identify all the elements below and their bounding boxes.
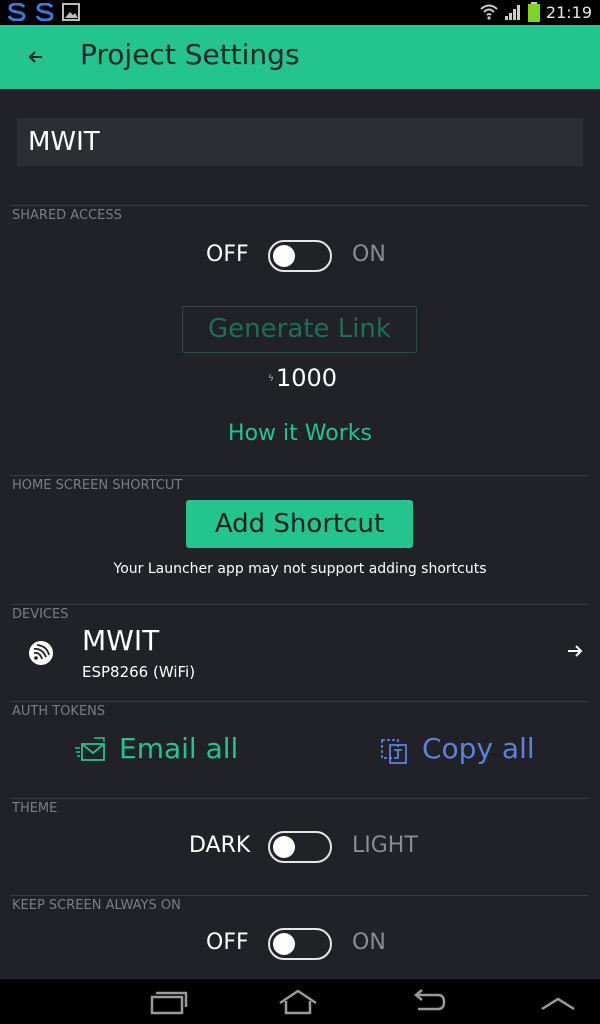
battery-icon <box>527 2 540 22</box>
section-label-keep-screen-on: KEEP SCREEN ALWAYS ON <box>12 898 181 913</box>
clock: 21:19 <box>545 2 592 22</box>
email-icon <box>75 737 105 761</box>
copy-all-label: Copy all <box>422 732 535 765</box>
energy-cost: ϟ 1000 <box>268 364 348 394</box>
espressif-icon <box>29 641 53 665</box>
notification-icons <box>6 3 80 21</box>
device-item[interactable]: MWIT ESP8266 (WiFi) <box>0 622 600 688</box>
device-name: MWIT <box>82 624 160 657</box>
shared-access-switch[interactable] <box>268 240 332 272</box>
s-notification-icon <box>7 3 26 21</box>
wifi-icon <box>480 4 498 20</box>
switch-knob <box>273 933 295 955</box>
recent-apps-icon[interactable] <box>148 987 188 1015</box>
project-name-input[interactable]: MWIT <box>17 118 583 166</box>
status-bar: 21:19 <box>0 0 600 25</box>
divider <box>10 798 588 799</box>
keep-screen-on-toggle-row: OFF ON <box>0 928 600 964</box>
how-it-works-link[interactable]: How it Works <box>0 421 600 446</box>
toggle-on-label: LIGHT <box>352 833 418 858</box>
device-type: ESP8266 (WiFi) <box>82 663 196 681</box>
switch-knob <box>273 836 295 858</box>
toggle-off-label: DARK <box>189 833 251 858</box>
copy-icon <box>381 739 407 764</box>
generate-link-button[interactable]: Generate Link <box>182 306 417 353</box>
email-all-label: Email all <box>119 732 239 765</box>
divider <box>10 475 588 476</box>
back-arrow-icon[interactable] <box>22 45 50 69</box>
toggle-off-label: OFF <box>206 930 249 955</box>
app-bar: Project Settings <box>0 25 600 89</box>
page-title: Project Settings <box>80 38 300 71</box>
switch-knob <box>273 245 295 267</box>
divider <box>10 604 588 605</box>
back-icon[interactable] <box>408 987 448 1015</box>
keep-screen-on-switch[interactable] <box>268 928 332 960</box>
section-label-auth-tokens: AUTH TOKENS <box>12 704 106 719</box>
section-label-shared-access: SHARED ACCESS <box>12 208 122 223</box>
system-nav-bar <box>0 978 600 1024</box>
toggle-off-label: OFF <box>206 242 249 267</box>
divider <box>10 701 588 702</box>
energy-value: 1000 <box>276 364 338 392</box>
toggle-on-label: ON <box>352 930 386 955</box>
theme-toggle-row: DARK LIGHT <box>0 831 600 867</box>
arrow-right-icon <box>568 645 583 657</box>
divider <box>10 205 588 206</box>
section-label-home-shortcut: HOME SCREEN SHORTCUT <box>12 478 183 493</box>
image-icon <box>62 3 80 21</box>
add-shortcut-button[interactable]: Add Shortcut <box>186 500 413 548</box>
theme-switch[interactable] <box>268 831 332 863</box>
home-icon[interactable] <box>278 987 318 1015</box>
toggle-on-label: ON <box>352 242 386 267</box>
energy-icon: ϟ <box>268 374 274 384</box>
section-label-theme: THEME <box>12 801 58 816</box>
signal-icon <box>504 5 520 20</box>
shared-access-toggle-row: OFF ON <box>0 240 600 276</box>
shortcut-hint: Your Launcher app may not support adding… <box>113 561 487 577</box>
menu-up-icon[interactable] <box>538 987 578 1015</box>
system-icons: 21:19 <box>480 2 592 22</box>
s-notification-icon <box>35 3 54 21</box>
section-label-devices: DEVICES <box>12 607 69 622</box>
divider <box>10 895 588 896</box>
